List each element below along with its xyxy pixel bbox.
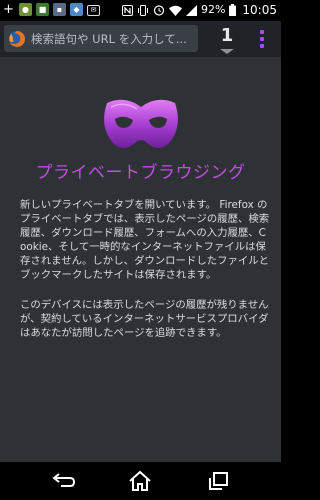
private-browsing-page: プライベートブラウジング 新しいプライベートタブを開いています。 Firefox… [0, 57, 281, 462]
recent-apps-icon[interactable] [204, 469, 234, 493]
app-icon: ▪ [53, 3, 66, 16]
browser-toolbar: 検索語句や URL を入力して... 1 [0, 21, 281, 57]
nfc-icon [121, 4, 133, 16]
email-icon: ✉ [87, 5, 100, 16]
system-icons: 92% 10:05 [121, 3, 277, 17]
private-browsing-description: 新しいプライベートタブを開いています。 Firefox のプライベートタブでは、… [20, 199, 270, 282]
battery-icon [229, 4, 237, 16]
firefox-logo-icon [9, 30, 25, 47]
battery-percentage: 92% [200, 3, 226, 16]
add-icon: + [3, 2, 14, 17]
navigation-bar [0, 462, 281, 500]
url-placeholder: 検索語句や URL を入力して... [31, 31, 187, 46]
isp-tracking-note: このデバイスには表示したページの履歴が残りませんが、契約しているインターネットサ… [20, 299, 269, 340]
app-icon: ■ [36, 3, 49, 16]
private-mask-icon [104, 99, 178, 148]
clock: 10:05 [242, 3, 277, 17]
url-bar[interactable]: 検索語句や URL を入力して... [4, 25, 198, 52]
wifi-icon [168, 5, 182, 16]
android-icon: ● [19, 3, 32, 16]
back-icon[interactable] [49, 469, 79, 493]
vibrate-icon [137, 4, 148, 16]
alarm-icon [153, 5, 165, 16]
status-bar: + ● ■ ▪ ◆ ✉ 92% 10:05 [0, 0, 281, 21]
signal-icon [185, 4, 197, 16]
tab-counter-indicator-icon [220, 49, 234, 54]
page-title: プライベートブラウジング [35, 163, 246, 183]
tabs-button[interactable]: 1 [210, 21, 244, 57]
tab-count: 1 [220, 25, 234, 46]
overflow-menu-icon[interactable] [252, 25, 272, 53]
home-icon[interactable] [125, 469, 155, 493]
app-icon: ◆ [70, 3, 83, 16]
notification-icons: + ● ■ ▪ ◆ ✉ [2, 3, 100, 16]
